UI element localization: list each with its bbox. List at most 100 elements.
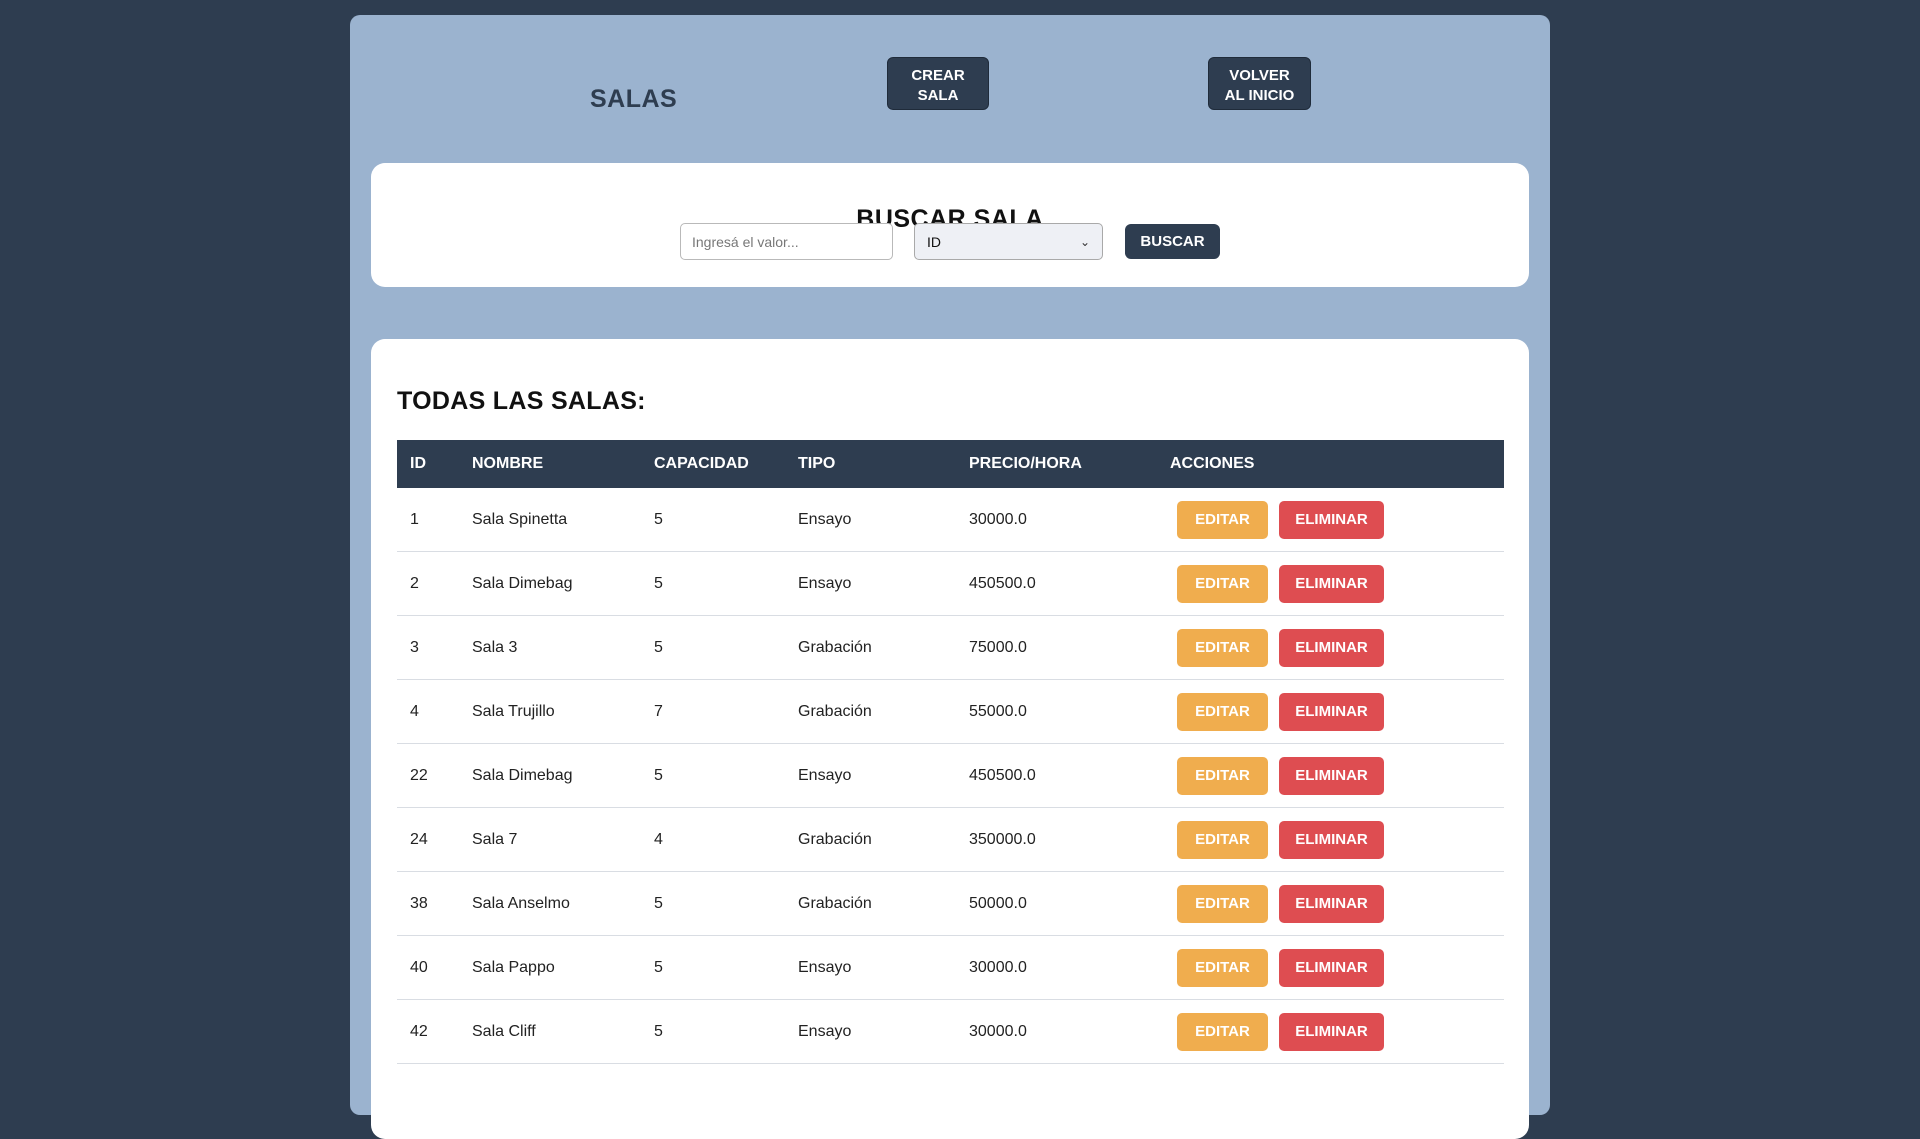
row-actions: EDITAR ELIMINAR <box>1177 552 1384 615</box>
delete-button[interactable]: ELIMINAR <box>1279 500 1384 539</box>
cell-id: 3 <box>410 638 419 656</box>
delete-button[interactable]: ELIMINAR <box>1279 820 1384 859</box>
cell-capacidad: 5 <box>654 510 663 528</box>
cell-id: 42 <box>410 1022 428 1040</box>
back-home-label-line2: AL INICIO <box>1224 87 1295 104</box>
cell-tipo: Ensayo <box>798 766 852 784</box>
cell-nombre: Sala Pappo <box>472 958 555 976</box>
cell-capacidad: 5 <box>654 958 663 976</box>
edit-button[interactable]: EDITAR <box>1177 628 1268 667</box>
cell-nombre: Sala 7 <box>472 830 518 848</box>
back-home-button[interactable]: VOLVER AL INICIO <box>1208 57 1311 110</box>
cell-capacidad: 5 <box>654 766 663 784</box>
edit-button[interactable]: EDITAR <box>1177 820 1268 859</box>
create-room-button[interactable]: CREAR SALA <box>887 57 989 110</box>
edit-button[interactable]: EDITAR <box>1177 756 1268 795</box>
cell-precio: 30000.0 <box>969 510 1027 528</box>
cell-capacidad: 5 <box>654 574 663 592</box>
column-header-tipo: TIPO <box>798 455 836 472</box>
column-header-capacidad: CAPACIDAD <box>654 455 749 472</box>
column-header-precio: PRECIO/HORA <box>969 455 1082 472</box>
cell-tipo: Grabación <box>798 894 872 912</box>
cell-precio: 55000.0 <box>969 702 1027 720</box>
delete-button[interactable]: ELIMINAR <box>1279 628 1384 667</box>
cell-nombre: Sala Dimebag <box>472 574 573 592</box>
row-actions: EDITAR ELIMINAR <box>1177 680 1384 743</box>
rooms-table: ID NOMBRE CAPACIDAD TIPO PRECIO/HORA ACC… <box>397 440 1504 1064</box>
table-row: 2 Sala Dimebag 5 Ensayo 450500.0 EDITAR … <box>397 552 1504 616</box>
edit-button[interactable]: EDITAR <box>1177 948 1268 987</box>
row-actions: EDITAR ELIMINAR <box>1177 1000 1384 1063</box>
table-row: 38 Sala Anselmo 5 Grabación 50000.0 EDIT… <box>397 872 1504 936</box>
cell-precio: 450500.0 <box>969 574 1036 592</box>
cell-capacidad: 5 <box>654 638 663 656</box>
cell-tipo: Grabación <box>798 830 872 848</box>
table-row: 4 Sala Trujillo 7 Grabación 55000.0 EDIT… <box>397 680 1504 744</box>
delete-button[interactable]: ELIMINAR <box>1279 756 1384 795</box>
create-room-label-line2: SALA <box>917 87 959 104</box>
cell-tipo: Grabación <box>798 702 872 720</box>
page-header: SALAS CREAR SALA VOLVER AL INICIO <box>350 15 1550 165</box>
table-row: 1 Sala Spinetta 5 Ensayo 30000.0 EDITAR … <box>397 488 1504 552</box>
search-field-select[interactable]: ID ⌄ <box>914 223 1103 260</box>
cell-id: 38 <box>410 894 428 912</box>
cell-precio: 30000.0 <box>969 958 1027 976</box>
cell-nombre: Sala Spinetta <box>472 510 568 528</box>
cell-nombre: Sala Dimebag <box>472 766 573 784</box>
row-actions: EDITAR ELIMINAR <box>1177 616 1384 679</box>
cell-precio: 50000.0 <box>969 894 1027 912</box>
column-header-nombre: NOMBRE <box>472 455 544 472</box>
create-room-label-line1: CREAR <box>911 67 965 84</box>
cell-nombre: Sala Anselmo <box>472 894 570 912</box>
cell-capacidad: 5 <box>654 894 663 912</box>
delete-button[interactable]: ELIMINAR <box>1279 1012 1384 1051</box>
delete-button[interactable]: ELIMINAR <box>1279 884 1384 923</box>
search-field-selected-value: ID <box>927 233 941 250</box>
rooms-table-card: TODAS LAS SALAS: ID NOMBRE CAPACIDAD TIP… <box>371 339 1529 1139</box>
row-actions: EDITAR ELIMINAR <box>1177 808 1384 871</box>
cell-capacidad: 4 <box>654 830 663 848</box>
cell-id: 24 <box>410 830 428 848</box>
cell-tipo: Ensayo <box>798 1022 852 1040</box>
cell-nombre: Sala Cliff <box>472 1022 536 1040</box>
edit-button[interactable]: EDITAR <box>1177 564 1268 603</box>
cell-precio: 450500.0 <box>969 766 1036 784</box>
chevron-down-icon: ⌄ <box>1079 234 1090 249</box>
cell-nombre: Sala 3 <box>472 638 518 656</box>
table-row: 24 Sala 7 4 Grabación 350000.0 EDITAR EL… <box>397 808 1504 872</box>
cell-id: 2 <box>410 574 419 592</box>
cell-id: 1 <box>410 510 419 528</box>
delete-button[interactable]: ELIMINAR <box>1279 564 1384 603</box>
table-row: 3 Sala 3 5 Grabación 75000.0 EDITAR ELIM… <box>397 616 1504 680</box>
back-home-label-line1: VOLVER <box>1229 67 1290 84</box>
search-button[interactable]: BUSCAR <box>1125 224 1220 259</box>
cell-tipo: Ensayo <box>798 958 852 976</box>
table-row: 22 Sala Dimebag 5 Ensayo 450500.0 EDITAR… <box>397 744 1504 808</box>
delete-button[interactable]: ELIMINAR <box>1279 948 1384 987</box>
rooms-table-title: TODAS LAS SALAS: <box>397 387 646 415</box>
cell-tipo: Ensayo <box>798 510 852 528</box>
cell-tipo: Grabación <box>798 638 872 656</box>
cell-precio: 30000.0 <box>969 1022 1027 1040</box>
main-panel: SALAS CREAR SALA VOLVER AL INICIO BUSCAR… <box>350 15 1550 1139</box>
cell-tipo: Ensayo <box>798 574 852 592</box>
cell-nombre: Sala Trujillo <box>472 702 555 720</box>
edit-button[interactable]: EDITAR <box>1177 692 1268 731</box>
cell-id: 40 <box>410 958 428 976</box>
cell-precio: 350000.0 <box>969 830 1036 848</box>
delete-button[interactable]: ELIMINAR <box>1279 692 1384 731</box>
search-input[interactable] <box>680 223 893 260</box>
cell-capacidad: 5 <box>654 1022 663 1040</box>
column-header-id: ID <box>410 455 426 472</box>
cell-precio: 75000.0 <box>969 638 1027 656</box>
table-row: 40 Sala Pappo 5 Ensayo 30000.0 EDITAR EL… <box>397 936 1504 1000</box>
row-actions: EDITAR ELIMINAR <box>1177 744 1384 807</box>
edit-button[interactable]: EDITAR <box>1177 500 1268 539</box>
search-card: BUSCAR SALA ID ⌄ BUSCAR <box>371 163 1529 287</box>
edit-button[interactable]: EDITAR <box>1177 1012 1268 1051</box>
cell-id: 4 <box>410 702 419 720</box>
table-header-row: ID NOMBRE CAPACIDAD TIPO PRECIO/HORA ACC… <box>397 440 1504 488</box>
row-actions: EDITAR ELIMINAR <box>1177 872 1384 935</box>
edit-button[interactable]: EDITAR <box>1177 884 1268 923</box>
cell-id: 22 <box>410 766 428 784</box>
